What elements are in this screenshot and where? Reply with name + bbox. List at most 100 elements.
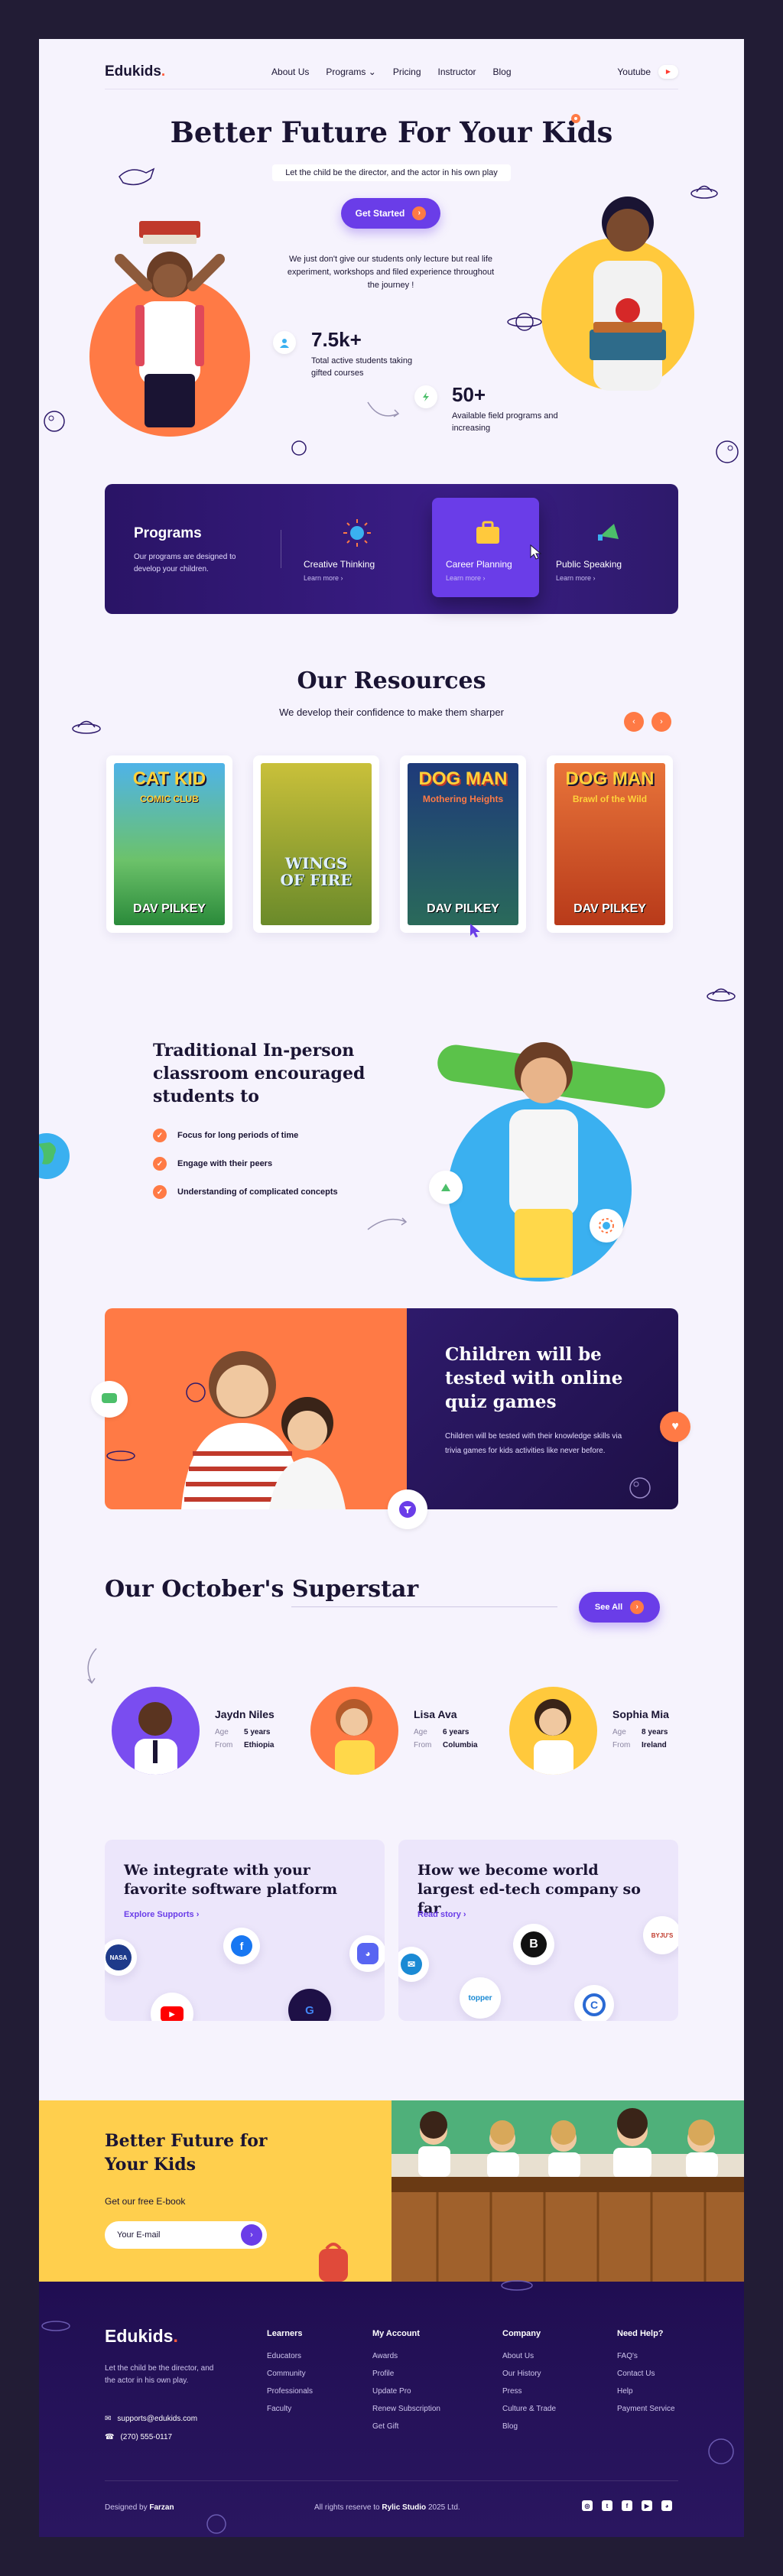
ufo-doodle-icon xyxy=(72,720,101,734)
footer-link[interactable]: Our History xyxy=(502,2370,556,2378)
get-started-button[interactable]: Get Started › xyxy=(341,198,440,229)
footer-link[interactable]: Community xyxy=(267,2370,313,2378)
play-icon[interactable]: ▶ xyxy=(658,64,678,79)
program-card-creative-thinking[interactable]: Creative Thinking Learn more › xyxy=(304,518,411,582)
mail-icon: ✉ xyxy=(105,2415,112,2423)
asteroid-doodle-icon xyxy=(291,440,307,456)
avatar xyxy=(310,1687,398,1775)
divider xyxy=(105,2480,678,2481)
prev-arrow-icon[interactable]: ‹ xyxy=(624,712,644,732)
footer-link[interactable]: Educators xyxy=(267,2352,313,2360)
book-card[interactable]: DOG MAN Mothering Heights DAV PILKEY xyxy=(400,755,526,933)
footer-email[interactable]: ✉ supports@edukids.com xyxy=(105,2415,197,2423)
footer-link[interactable]: Renew Subscription xyxy=(372,2405,440,2413)
footer-link[interactable]: About Us xyxy=(502,2352,556,2360)
divider xyxy=(291,1606,557,1607)
instagram-icon[interactable]: ◎ xyxy=(582,2500,593,2511)
book-subtitle: Brawl of the Wild xyxy=(572,794,648,804)
student-age: 8 years xyxy=(642,1727,668,1736)
story-card: How we become world largest ed-tech comp… xyxy=(398,1840,678,2021)
youtube-icon[interactable]: ▶ xyxy=(642,2500,652,2511)
footer-column-learners: Learners Educators Community Professiona… xyxy=(267,2329,313,2422)
footer-column-company: Company About Us Our History Press Cultu… xyxy=(502,2329,556,2440)
learn-more-link[interactable]: Learn more › xyxy=(556,574,663,582)
facebook-icon[interactable]: f xyxy=(622,2500,632,2511)
superstar-card[interactable]: Lisa Ava Age 6 years From Columbia xyxy=(310,1687,478,1775)
nav-instructor[interactable]: Instructor xyxy=(438,67,476,77)
student-name: Jaydn Niles xyxy=(215,1707,275,1720)
footer-link[interactable]: Professionals xyxy=(267,2387,313,2396)
footer-link[interactable]: Get Gift xyxy=(372,2422,440,2431)
planet-doodle-icon xyxy=(507,313,542,331)
cursor-icon xyxy=(530,544,542,560)
program-card-public-speaking[interactable]: Public Speaking Learn more › xyxy=(556,518,663,582)
integrations-card: We integrate with your favorite software… xyxy=(105,1840,385,2021)
nav-pricing[interactable]: Pricing xyxy=(393,67,421,77)
learn-more-link[interactable]: Learn more › xyxy=(304,574,411,582)
list-item: ✓ Focus for long periods of time xyxy=(153,1129,338,1142)
twitter-icon[interactable]: t xyxy=(602,2500,612,2511)
asteroid-doodle-icon xyxy=(206,2514,226,2534)
submit-arrow-icon[interactable]: › xyxy=(241,2224,262,2246)
traditional-title: Traditional In-person classroom encourag… xyxy=(153,1041,366,1106)
book-card[interactable]: WINGS OF FIRE xyxy=(253,755,379,933)
see-all-button[interactable]: See All › xyxy=(579,1592,660,1623)
ufo-doodle-icon xyxy=(41,2321,70,2331)
nav-about[interactable]: About Us xyxy=(271,67,309,77)
book-title: DOG MAN xyxy=(418,768,508,789)
resources-title: Our Resources xyxy=(297,668,486,694)
avatar xyxy=(112,1687,200,1775)
superstar-card[interactable]: Jaydn Niles Age 5 years From Ethiopia xyxy=(112,1687,275,1775)
logo[interactable]: Edukids. xyxy=(105,63,165,80)
nav-programs[interactable]: Programs ⌄ xyxy=(326,67,375,77)
filter-icon xyxy=(388,1489,427,1529)
asteroid-doodle-icon xyxy=(44,411,65,432)
footer-link[interactable]: Help xyxy=(617,2387,675,2396)
student-country: Columbia xyxy=(443,1740,478,1749)
footer-link[interactable]: Faculty xyxy=(267,2405,313,2413)
footer-link[interactable]: Press xyxy=(502,2387,556,2396)
get-started-label: Get Started xyxy=(355,208,405,219)
superstar-card[interactable]: Sophia Mia Age 8 years From Ireland xyxy=(509,1687,669,1775)
carousel-controls: ‹ › xyxy=(624,712,671,732)
topper-logo-icon: topper xyxy=(460,1977,501,2019)
footer-link[interactable]: FAQ's xyxy=(617,2352,675,2360)
boy-skateboard-image xyxy=(509,1042,578,1278)
discord-icon[interactable]: ◕ xyxy=(661,2500,672,2511)
next-arrow-icon[interactable]: › xyxy=(651,712,671,732)
program-card-career-planning[interactable]: Career Planning Learn more › xyxy=(432,498,539,597)
learn-more-link[interactable]: Learn more › xyxy=(446,574,530,582)
footer-link[interactable]: Culture & Trade xyxy=(502,2405,556,2413)
student-name: Sophia Mia xyxy=(612,1707,669,1720)
email-field[interactable]: Your E-mail › xyxy=(105,2221,267,2249)
nav-blog[interactable]: Blog xyxy=(493,67,512,77)
quiz-photo xyxy=(105,1308,407,1509)
bitcoin-logo-icon: B xyxy=(513,1924,554,1965)
coursera-logo-icon: C xyxy=(574,1985,614,2021)
avatar xyxy=(509,1687,597,1775)
chevron-down-icon: ⌄ xyxy=(368,66,376,77)
footer-link[interactable]: Blog xyxy=(502,2422,556,2431)
rocket-doodle-icon xyxy=(186,1382,206,1402)
byjus-logo-icon: BYJU'S xyxy=(643,1916,678,1954)
ufo-doodle-icon xyxy=(106,1450,135,1461)
footer-link[interactable]: Update Pro xyxy=(372,2387,440,2396)
footer-phone[interactable]: ☎ (270) 555-0117 xyxy=(105,2433,172,2441)
footer-link[interactable]: Awards xyxy=(372,2352,440,2360)
lightning-icon xyxy=(414,385,437,408)
program-label: Public Speaking xyxy=(556,559,622,570)
nav-youtube[interactable]: Youtube ▶ xyxy=(617,64,678,79)
book-card[interactable]: CAT KID COMIC CLUB DAV PILKEY xyxy=(106,755,232,933)
footer-link[interactable]: Profile xyxy=(372,2370,440,2378)
cursor-icon xyxy=(470,924,480,937)
book-card[interactable]: DOG MAN Brawl of the Wild DAV PILKEY xyxy=(547,755,673,933)
explore-supports-link[interactable]: Explore Supports › xyxy=(124,1910,199,1919)
see-all-label: See All xyxy=(594,1603,623,1612)
student-name: Lisa Ava xyxy=(414,1707,457,1720)
footer-link[interactable]: Payment Service xyxy=(617,2405,675,2413)
quiz-title: Children will be tested with online quiz… xyxy=(445,1344,623,1412)
read-story-link[interactable]: Read story › xyxy=(417,1910,466,1919)
mother-child-image xyxy=(181,1351,346,1509)
footer-logo[interactable]: Edukids. xyxy=(105,2326,178,2347)
footer-link[interactable]: Contact Us xyxy=(617,2370,675,2378)
